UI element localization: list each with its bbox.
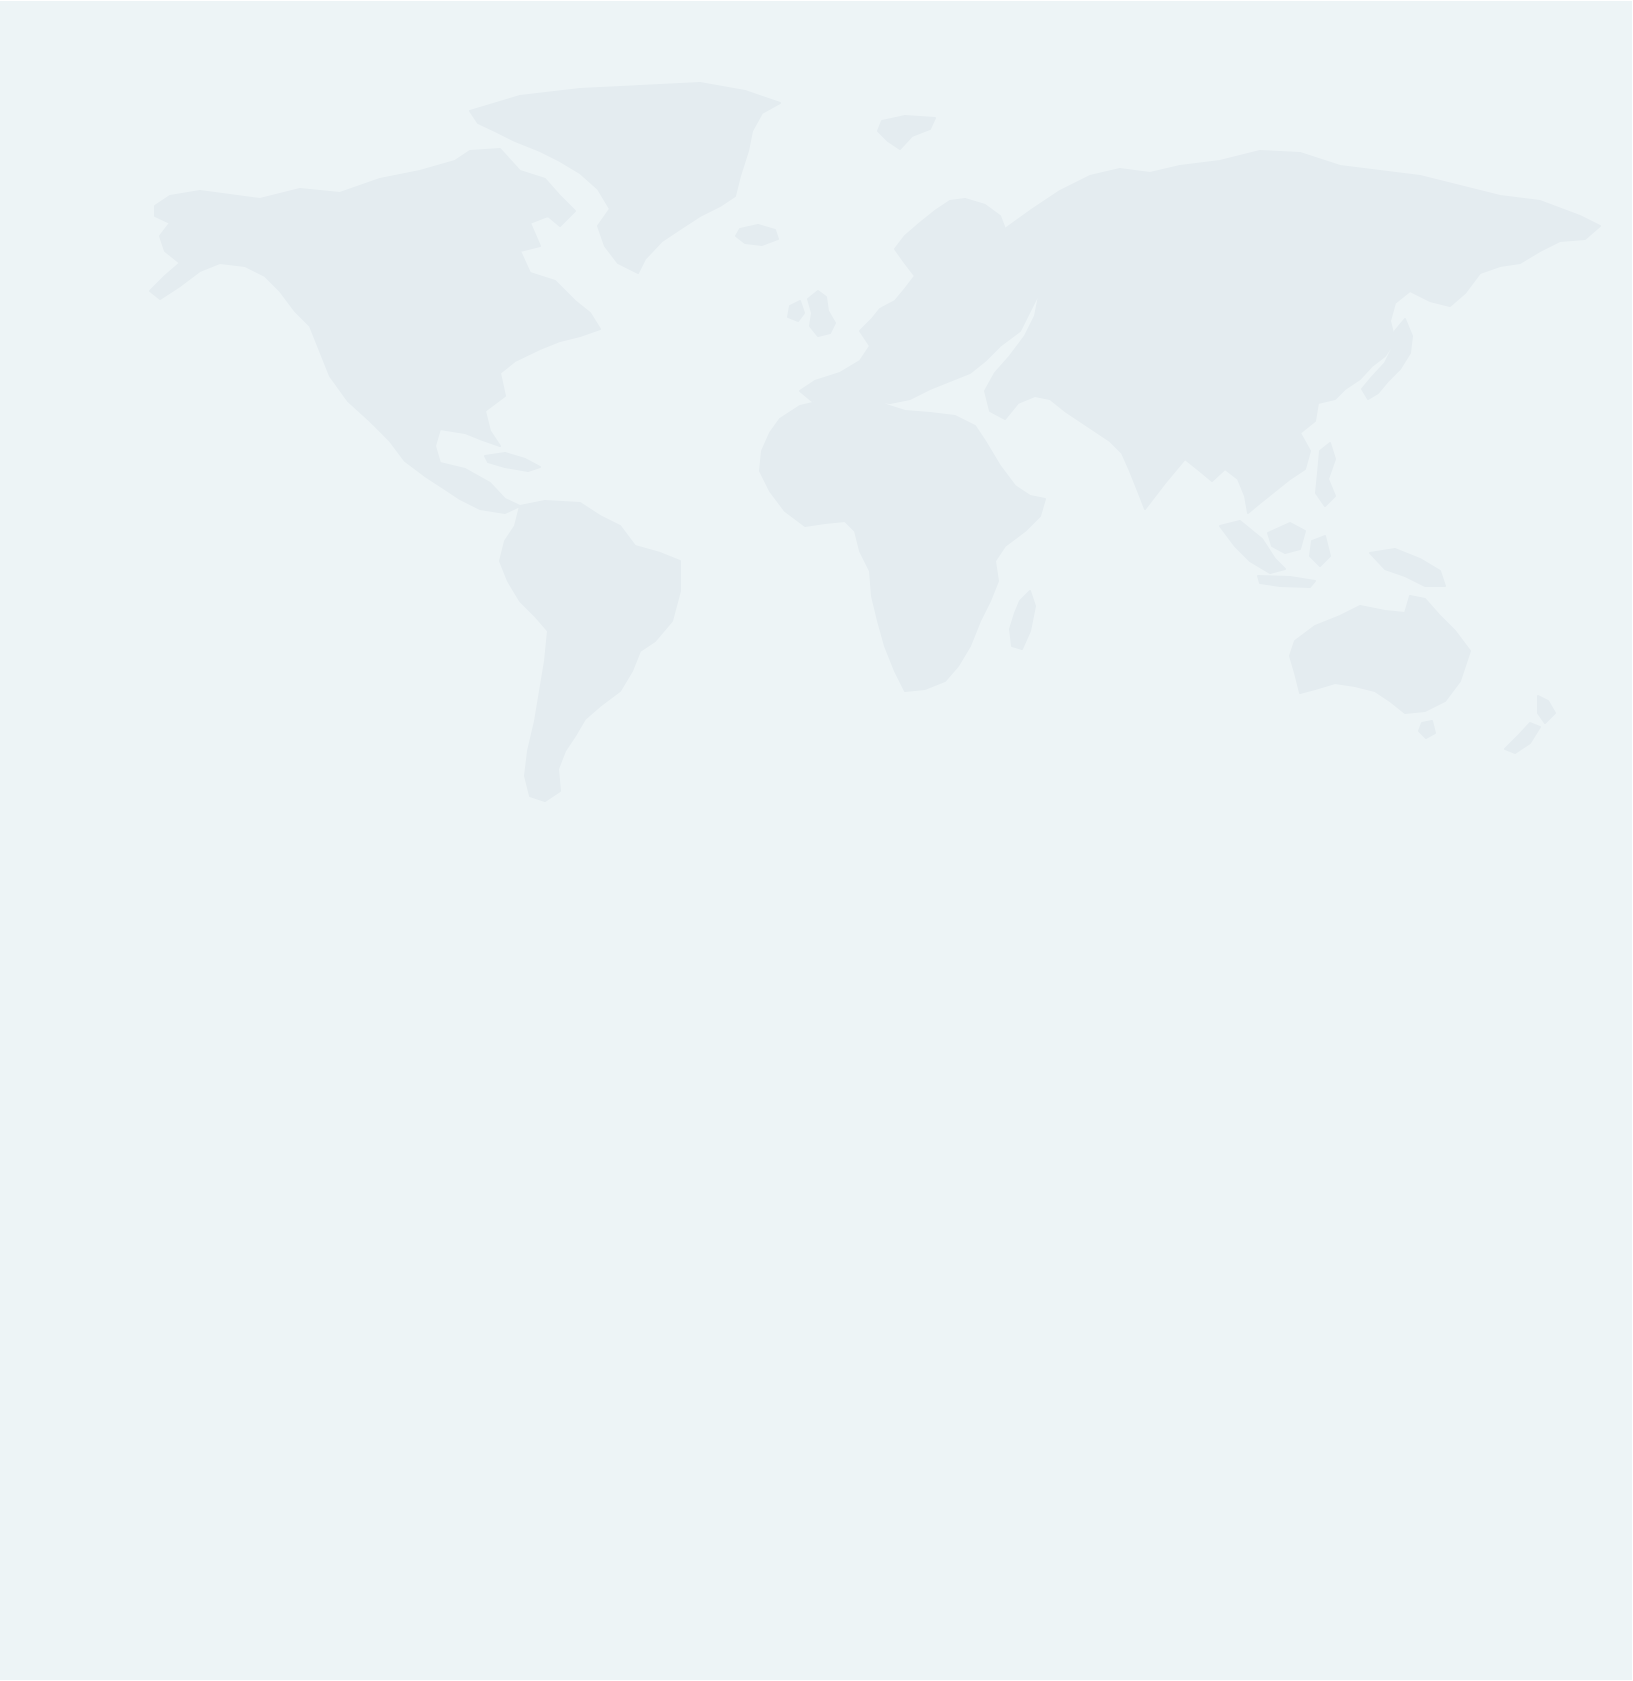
- indonesia: [1219, 520, 1331, 588]
- cuba: [484, 452, 541, 472]
- new-zealand: [1504, 695, 1556, 754]
- iceland: [735, 224, 779, 246]
- svalbard: [877, 115, 936, 150]
- new-guinea: [1369, 548, 1446, 587]
- world-map: [149, 82, 1601, 802]
- asia: [984, 150, 1601, 514]
- australia: [1289, 595, 1471, 714]
- north-america: [149, 148, 601, 514]
- south-america: [499, 500, 681, 802]
- great-britain: [807, 290, 836, 337]
- ireland: [787, 300, 805, 322]
- world-map-panel: [0, 1, 1632, 1680]
- madagascar: [1009, 590, 1036, 650]
- page: [0, 0, 1633, 1681]
- tasmania: [1418, 720, 1436, 739]
- africa: [759, 395, 1046, 692]
- philippines: [1315, 442, 1336, 507]
